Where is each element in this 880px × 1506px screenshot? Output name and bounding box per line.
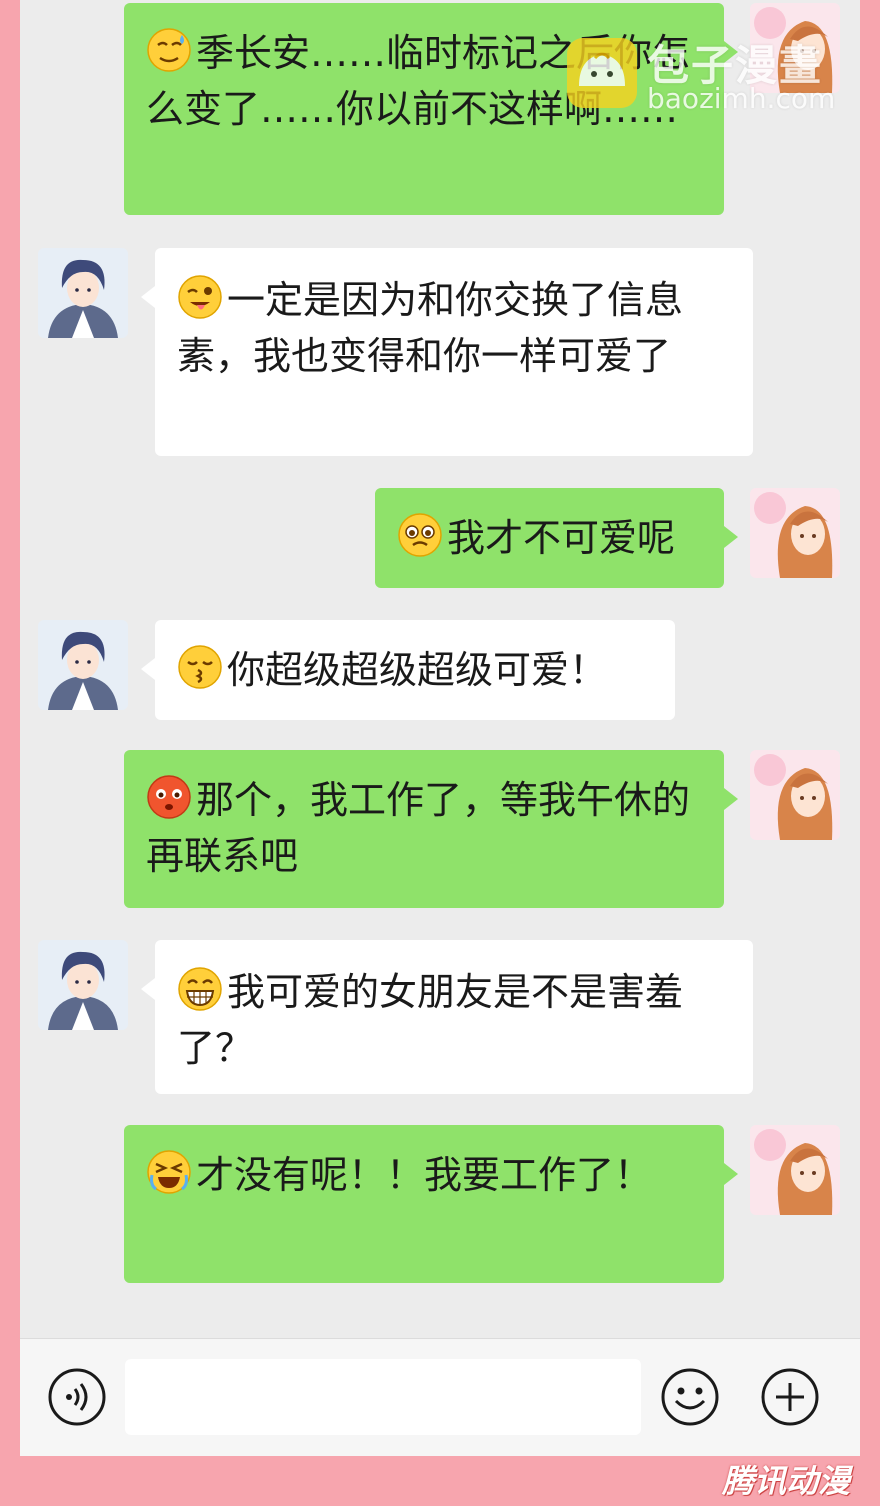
input-bar bbox=[20, 1338, 860, 1456]
bubble-tail bbox=[141, 978, 155, 1000]
message-input[interactable] bbox=[125, 1359, 641, 1435]
avatar-him[interactable] bbox=[38, 940, 128, 1030]
avatar-her[interactable] bbox=[750, 488, 840, 578]
bubble-tail bbox=[724, 788, 738, 810]
bubble-tail bbox=[724, 1163, 738, 1185]
corner-logo: 腾讯动漫 bbox=[722, 1462, 851, 1500]
avatar-him[interactable] bbox=[38, 620, 128, 710]
chat-area[interactable]: 季长安……临时标记之后你怎么变了……你以前不这样啊…… 一定是因为和你交换了信息… bbox=[20, 0, 860, 1338]
message-text: 我可爱的女朋友是不是害羞了？ bbox=[177, 970, 684, 1070]
message-bubble-received[interactable]: 我可爱的女朋友是不是害羞了？ bbox=[141, 940, 753, 1094]
message-bubble-received[interactable]: 你超级超级超级可爱！ bbox=[141, 620, 675, 720]
message-bubble-sent[interactable]: 我才不可爱呢 bbox=[375, 488, 738, 588]
smiley-icon[interactable] bbox=[660, 1367, 720, 1427]
watermark: 包子漫畫 baozimh.com bbox=[565, 30, 855, 120]
wink-tongue-emoji bbox=[178, 275, 222, 319]
message-bubble-received[interactable]: 一定是因为和你交换了信息素，我也变得和你一样可爱了 bbox=[141, 248, 753, 456]
voice-icon[interactable] bbox=[47, 1367, 107, 1427]
message-bubble-sent[interactable]: 那个，我工作了，等我午休的再联系吧 bbox=[124, 750, 738, 908]
message-bubble-sent[interactable]: 才没有呢！！我要工作了！ bbox=[124, 1125, 738, 1283]
watermark-url: baozimh.com bbox=[647, 82, 836, 115]
message-text: 才没有呢！！我要工作了！ bbox=[196, 1153, 653, 1197]
message-text: 一定是因为和你交换了信息素，我也变得和你一样可爱了 bbox=[177, 278, 684, 378]
crying-loudly-emoji bbox=[147, 1150, 191, 1194]
bubble-tail bbox=[724, 526, 738, 548]
plus-icon[interactable] bbox=[760, 1367, 820, 1427]
message-text: 你超级超级超级可爱！ bbox=[227, 648, 608, 692]
avatar-him[interactable] bbox=[38, 248, 128, 338]
sweat-smile-emoji bbox=[147, 28, 191, 72]
message-text: 我才不可爱呢 bbox=[447, 516, 676, 560]
bubble-tail bbox=[141, 286, 155, 308]
pleading-emoji bbox=[398, 513, 442, 557]
avatar-her[interactable] bbox=[750, 1125, 840, 1215]
bubble-tail bbox=[141, 658, 155, 680]
avatar-her[interactable] bbox=[750, 750, 840, 840]
blushing-angry-emoji bbox=[147, 775, 191, 819]
grinning-teeth-emoji bbox=[178, 967, 222, 1011]
bun-logo-icon bbox=[567, 38, 637, 108]
kissing-emoji bbox=[178, 645, 222, 689]
phone-screen: 季长安……临时标记之后你怎么变了……你以前不这样啊…… 一定是因为和你交换了信息… bbox=[20, 0, 860, 1456]
message-text: 那个，我工作了，等我午休的再联系吧 bbox=[146, 778, 691, 878]
